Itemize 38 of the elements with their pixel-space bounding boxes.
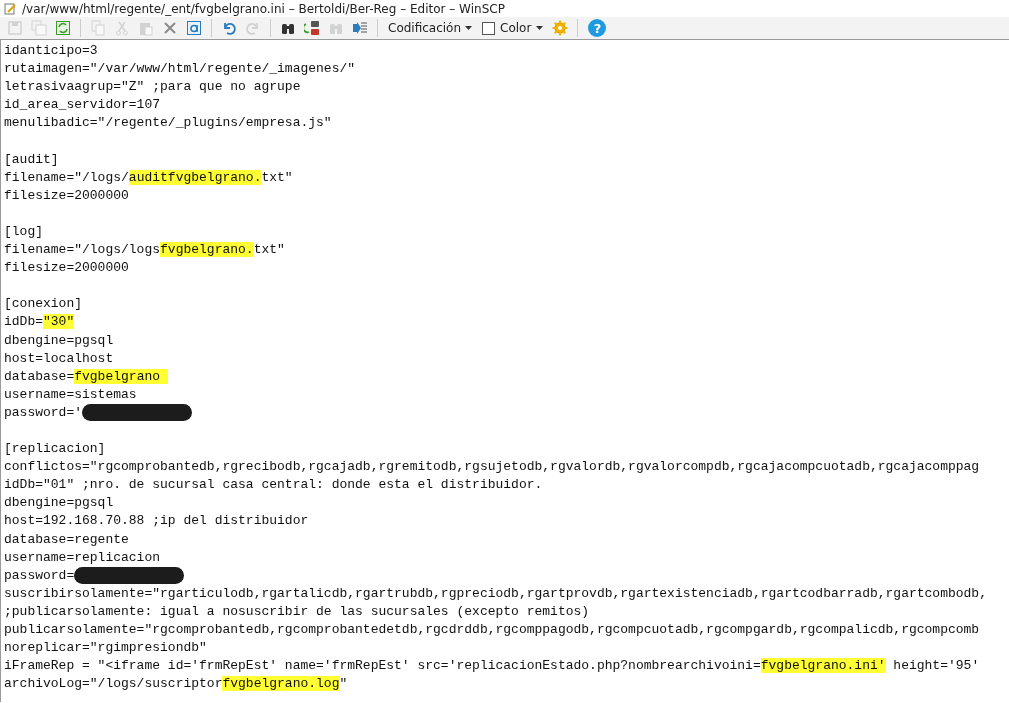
- code-line: iFrameRep = "<iframe id='frmRepEst' name='frmRepEst' src='replicacionEstado.php?nombrearchivoini=fvgbelgrano.ini' height='95': [4, 657, 980, 676]
- code-line: [log]: [4, 223, 43, 241]
- color-checkbox[interactable]: Color: [478, 21, 548, 35]
- text-editor[interactable]: [0, 39, 1009, 702]
- encoding-dropdown[interactable]: Codificación: [384, 21, 477, 35]
- code-line: password=': [4, 403, 82, 422]
- code-line: dbengine=pgsql: [4, 331, 114, 350]
- code-line: idanticipo=3: [4, 42, 98, 61]
- code-line: menulibadic="/regente/_plugins/empresa.js": [4, 114, 332, 133]
- code-line: database=regente: [4, 530, 129, 549]
- code-line: ;publicarsolamente: igual a nosuscribir de las sucursales (excepto remitos): [4, 602, 590, 621]
- code-line: database=fvgbelgrano: [4, 367, 168, 386]
- code-line: idDb="01" ;nro. de sucursal casa central: donde esta el distribuidor.: [4, 476, 543, 495]
- code-line: password=: [4, 566, 75, 585]
- code-line: username=replicacion: [4, 548, 161, 567]
- code-line: archivoLog="/logs/suscriptorfvgbelgrano.log": [4, 675, 348, 694]
- code-line: dbengine=pgsql: [4, 494, 114, 513]
- code-line: idDb="30": [4, 313, 75, 332]
- code-line: rutaimagen="/var/www/html/regente/_imagenes/": [4, 60, 356, 79]
- code-line: filename="/logs/logsfvgbelgrano.txt": [4, 241, 285, 260]
- code-line: id_area_servidor=107: [4, 96, 161, 115]
- code-line: noreplicar="rgimpresiondb": [4, 639, 207, 658]
- code-line: filename="/logs/auditfvgbelgrano.txt": [4, 168, 293, 187]
- code-line: username=sistemas: [4, 385, 137, 404]
- code-line: filesize=2000000: [4, 259, 129, 278]
- code-line: [replicacion]: [4, 440, 106, 459]
- code-line: host=localhost: [4, 349, 114, 368]
- caret-icon: [536, 26, 544, 30]
- caret-icon: [465, 26, 473, 30]
- code-line: conflictos="rgcomprobantedb,rgrecibodb,rgcajadb,rgremitodb,rgsujetodb,rgvalordb,rgvalorcompdb,rgcajacompcuotadb,rgcajacomppag: [4, 458, 980, 477]
- window-title: /var/www/html/regente/_ent/fvgbelgrano.ini – Bertoldi/Ber-Reg – Editor – WinSCP: [22, 1, 505, 16]
- code-line: suscribirsolamente="rgarticulodb,rgartalicdb,rgartrubdb,rgpreciodb,rgartprovdb,rgartexistenciadb,rgartcodbarradb,rgartcombodb,: [4, 584, 987, 603]
- code-line: host=192.168.70.88 ;ip del distribuidor: [4, 512, 309, 531]
- code-line: filesize=2000000: [4, 186, 129, 205]
- code-line: [audit]: [4, 150, 59, 169]
- code-line: publicarsolamente="rgcomprobantedb,rgcomprobantedetdb,rgcdrddb,rgcomppagodb,rgcompcuotadb,rgcompgardb,rgcompalicdb,rgcompcomb: [4, 621, 980, 640]
- code-line: [conexion]: [4, 295, 82, 314]
- code-line: letrasivaagrup="Z" ;para que no agrupe: [4, 78, 301, 97]
